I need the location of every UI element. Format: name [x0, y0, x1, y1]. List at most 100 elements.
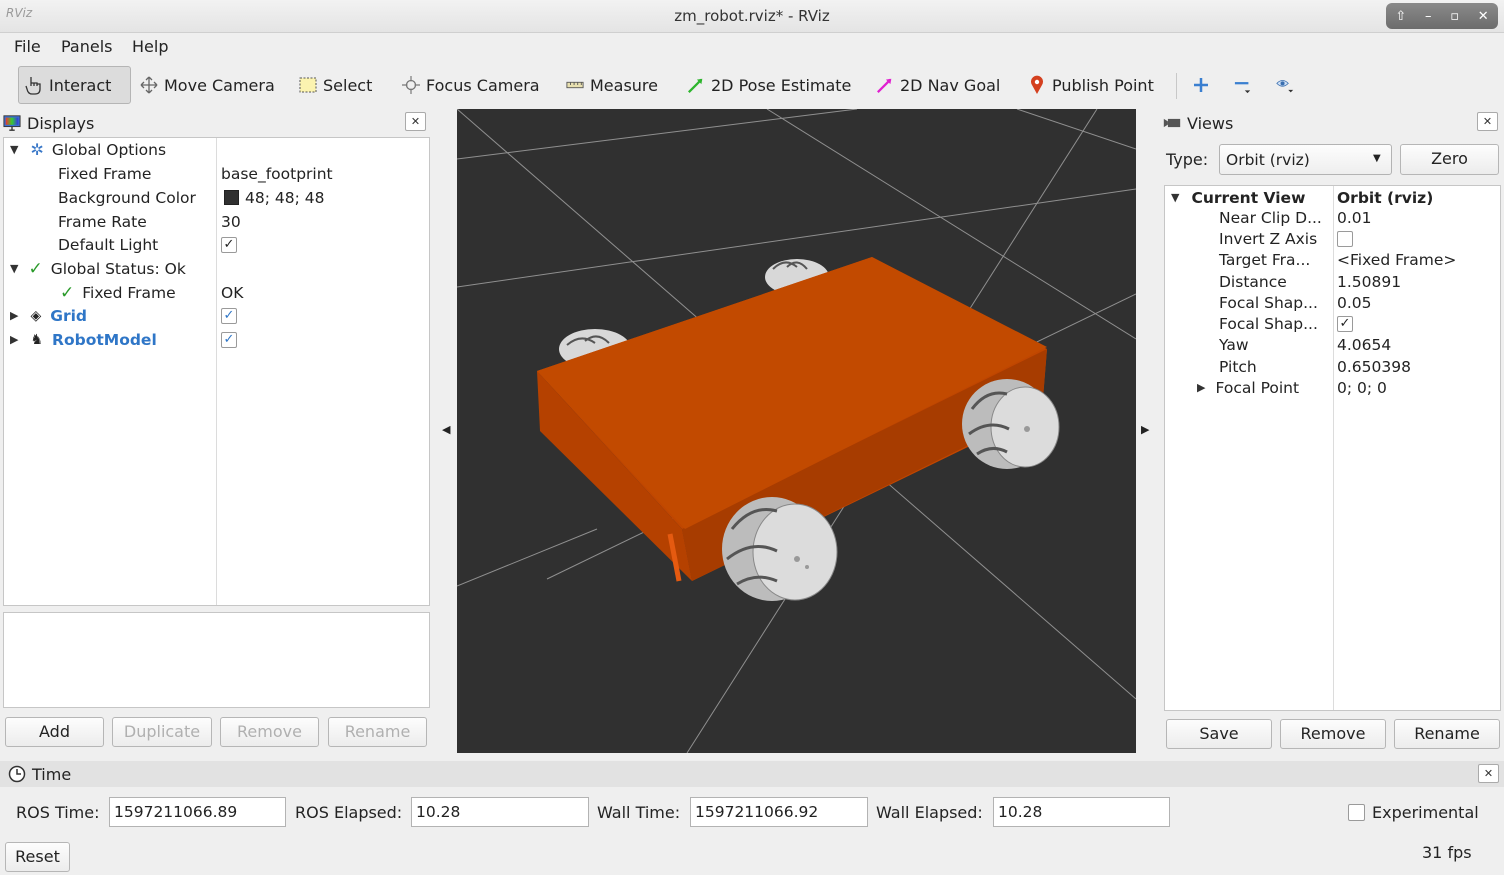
minimize-icon[interactable]: – [1425, 9, 1432, 24]
yaw-value[interactable]: 4.0654 [1337, 334, 1391, 355]
views-close-icon[interactable]: ✕ [1477, 112, 1498, 131]
displays-tree: ▼ ✲ Global Options Fixed Frame base_foot… [3, 137, 430, 606]
select-tool-button[interactable]: Select [293, 66, 378, 104]
distance-value[interactable]: 1.50891 [1337, 271, 1401, 292]
expand-arrow-icon[interactable]: ▼ [10, 143, 18, 156]
ros-elapsed-field[interactable] [411, 797, 589, 827]
hand-pointer-icon [25, 76, 43, 95]
default-light-label: Default Light [58, 235, 159, 254]
remove-tool-button[interactable] [1228, 66, 1258, 104]
pose-estimate-tool-button[interactable]: 2D Pose Estimate [681, 66, 857, 104]
column-divider [1333, 186, 1334, 710]
left-collapse-arrow-icon[interactable]: ◀ [442, 423, 450, 436]
interact-tool-button[interactable]: Interact [18, 66, 131, 104]
move-camera-label: Move Camera [164, 75, 275, 95]
pose-estimate-label: 2D Pose Estimate [711, 75, 852, 95]
displays-close-icon[interactable]: ✕ [405, 112, 426, 131]
status-fixed-frame-label: Fixed Frame [82, 283, 176, 302]
menu-panels[interactable]: Panels [61, 37, 113, 56]
focal-shape-fixed-label: Focal Shap... [1219, 314, 1318, 333]
maximize-icon[interactable]: ▫ [1450, 9, 1459, 24]
nav-goal-label: 2D Nav Goal [900, 75, 1001, 95]
wall-time-label: Wall Time: [597, 803, 681, 822]
reset-button[interactable]: Reset [5, 842, 70, 872]
fixed-frame-value[interactable]: base_footprint [221, 162, 333, 186]
save-view-button[interactable]: Save [1166, 719, 1272, 749]
global-options-row[interactable]: ▼ ✲ Global Options [10, 138, 166, 162]
target-frame-value[interactable]: <Fixed Frame> [1337, 249, 1456, 270]
gear-icon: ✲ [30, 140, 44, 160]
render-viewport[interactable] [457, 109, 1136, 753]
move-camera-tool-button[interactable]: Move Camera [134, 66, 281, 104]
ros-time-field[interactable] [109, 797, 286, 827]
robot-model-checkbox[interactable]: ✓ [221, 331, 237, 348]
focal-shape-size-label: Focal Shap... [1219, 293, 1318, 312]
grid-checkbox[interactable]: ✓ [221, 307, 237, 324]
yaw-label: Yaw [1219, 335, 1249, 354]
publish-point-tool-button[interactable]: Publish Point [1022, 66, 1160, 104]
menu-help[interactable]: Help [132, 37, 168, 56]
background-color-value[interactable]: 48; 48; 48 [224, 186, 324, 210]
robot-model-label: RobotModel [52, 330, 157, 349]
default-light-checkbox[interactable]: ✓ [221, 236, 237, 253]
invert-z-value [1337, 228, 1353, 249]
remove-display-button[interactable]: Remove [220, 717, 319, 747]
menu-file[interactable]: File [14, 37, 41, 56]
focal-shape-fixed-checkbox[interactable]: ✓ [1337, 315, 1353, 332]
status-fixed-frame-row: ✓ Fixed Frame [60, 281, 176, 305]
zero-button[interactable]: Zero [1400, 144, 1499, 175]
robot-model-enabled: ✓ [221, 328, 237, 352]
right-collapse-arrow-icon[interactable]: ▶ [1141, 423, 1149, 436]
experimental-checkbox[interactable] [1348, 804, 1365, 821]
close-icon[interactable]: ✕ [1478, 9, 1489, 24]
global-status-row[interactable]: ▼ ✓ Global Status: Ok [10, 257, 186, 281]
focal-point-label: Focal Point [1215, 378, 1300, 397]
select-box-icon [299, 76, 317, 94]
focal-point-row[interactable]: ▶ Focal Point [1197, 377, 1299, 398]
invert-z-checkbox[interactable] [1337, 230, 1353, 247]
title-bar: RViz zm_robot.rviz* - RViz ⇧ – ▫ ✕ [0, 0, 1504, 33]
keep-above-icon[interactable]: ⇧ [1395, 9, 1406, 24]
near-clip-value[interactable]: 0.01 [1337, 207, 1372, 228]
target-frame-label: Target Fra... [1219, 250, 1311, 269]
add-tool-button[interactable] [1186, 66, 1216, 104]
monitor-icon [3, 114, 21, 132]
rename-display-button[interactable]: Rename [328, 717, 427, 747]
global-status-label: Global Status: Ok [50, 259, 186, 278]
select-label: Select [323, 75, 373, 95]
time-panel-header: Time ✕ [0, 761, 1504, 787]
focus-camera-tool-button[interactable]: Focus Camera [396, 66, 546, 104]
distance-label: Distance [1219, 272, 1287, 291]
rename-view-button[interactable]: Rename [1394, 719, 1500, 749]
add-display-button[interactable]: Add [5, 717, 104, 747]
chevron-down-icon: ▼ [1373, 153, 1381, 164]
window-title: zm_robot.rviz* - RViz [674, 7, 830, 25]
collapse-arrow-icon[interactable]: ▶ [1197, 381, 1205, 394]
wall-elapsed-field[interactable] [993, 797, 1170, 827]
grid-row[interactable]: ▶ ◈ Grid [10, 304, 87, 328]
focal-point-value[interactable]: 0; 0; 0 [1337, 377, 1387, 398]
duplicate-display-button[interactable]: Duplicate [112, 717, 212, 747]
view-type-value: Orbit (rviz) [1226, 151, 1310, 169]
grid-label: Grid [50, 306, 88, 325]
time-close-icon[interactable]: ✕ [1478, 764, 1499, 783]
view-type-select[interactable]: Orbit (rviz) ▼ [1219, 144, 1392, 175]
expand-arrow-icon[interactable]: ▼ [10, 262, 18, 275]
collapse-arrow-icon[interactable]: ▶ [10, 309, 18, 322]
time-title: Time [32, 764, 72, 784]
robot-model-row[interactable]: ▶ ♞ RobotModel [10, 328, 157, 352]
pitch-value[interactable]: 0.650398 [1337, 356, 1411, 377]
wall-time-field[interactable] [690, 797, 868, 827]
nav-goal-tool-button[interactable]: 2D Nav Goal [870, 66, 1006, 104]
frame-rate-value[interactable]: 30 [221, 210, 241, 234]
map-pin-icon [1028, 75, 1046, 94]
collapse-arrow-icon[interactable]: ▶ [10, 333, 18, 346]
near-clip-label: Near Clip D... [1219, 208, 1322, 227]
minus-icon [1234, 76, 1252, 94]
expand-arrow-icon[interactable]: ▼ [1171, 191, 1179, 204]
ros-time-label: ROS Time: [16, 803, 100, 822]
view-options-button[interactable] [1270, 66, 1300, 104]
remove-view-button[interactable]: Remove [1280, 719, 1386, 749]
focal-shape-size-value[interactable]: 0.05 [1337, 292, 1372, 313]
measure-tool-button[interactable]: Measure [560, 66, 664, 104]
